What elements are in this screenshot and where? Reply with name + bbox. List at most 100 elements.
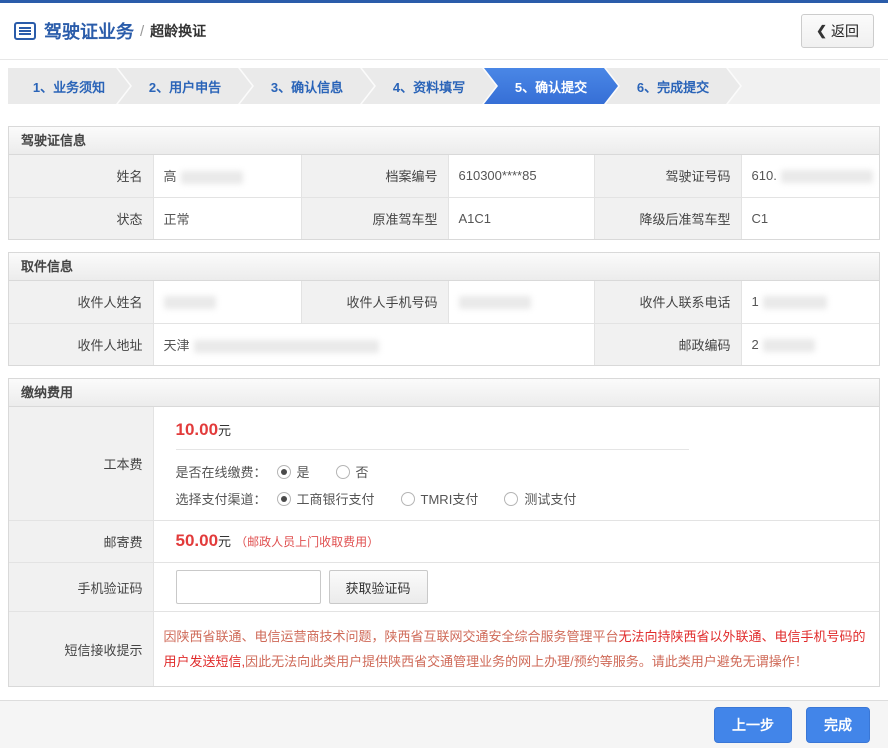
recipient-mobile-value xyxy=(448,281,594,323)
card-fee-amount: 10.00 xyxy=(176,420,219,439)
recipient-mobile-label: 收件人手机号码 xyxy=(301,281,448,323)
radio-unchecked-icon[interactable] xyxy=(504,492,518,506)
table-row: 工本费 10.00元 是否在线缴费： 是 否 xyxy=(9,407,879,521)
sms-code-input[interactable] xyxy=(176,570,321,604)
back-button[interactable]: ❮ 返回 xyxy=(801,14,874,48)
pay-channel-row: 选择支付渠道： 工商银行支付 TMRI支付 测试支付 xyxy=(164,485,880,520)
pay-online-no-label: 否 xyxy=(356,462,369,481)
pay-online-row: 是否在线缴费： 是 否 xyxy=(164,458,880,485)
step-1-notice[interactable]: 1、业务须知 xyxy=(8,68,130,104)
downgrade-class-value: C1 xyxy=(741,197,879,239)
breadcrumb-current: 超龄换证 xyxy=(150,21,206,41)
file-no-label: 档案编号 xyxy=(301,155,448,197)
table-row: 手机验证码 获取验证码 xyxy=(9,563,879,612)
name-label: 姓名 xyxy=(9,155,153,197)
radio-checked-icon[interactable] xyxy=(277,465,291,479)
channel-icbc-option[interactable]: 工商银行支付 xyxy=(277,489,375,508)
breadcrumb-separator: / xyxy=(140,23,144,40)
previous-step-button[interactable]: 上一步 xyxy=(714,707,792,743)
status-label: 状态 xyxy=(9,197,153,239)
pay-channel-label: 选择支付渠道： xyxy=(176,489,267,508)
downgrade-class-label: 降级后准驾车型 xyxy=(594,197,741,239)
status-value: 正常 xyxy=(153,197,301,239)
step-3-confirm-info[interactable]: 3、确认信息 xyxy=(240,68,374,104)
sms-code-label: 手机验证码 xyxy=(9,563,153,612)
radio-unchecked-icon[interactable] xyxy=(401,492,415,506)
radio-checked-icon[interactable] xyxy=(277,492,291,506)
card-fee-label: 工本费 xyxy=(9,407,153,521)
recipient-address-value: 天津 xyxy=(153,323,594,365)
license-no-value: 610. xyxy=(741,155,879,197)
section-title: 缴纳费用 xyxy=(9,379,879,407)
redacted-text xyxy=(781,170,873,183)
sms-tip-part3: 因此无法向此类用户提供陕西省交通管理业务的网上办理/预约等服务。请此类用户避免无… xyxy=(245,654,808,669)
channel-test-label: 测试支付 xyxy=(524,489,576,508)
redacted-text xyxy=(459,296,531,309)
redacted-text xyxy=(763,339,815,352)
redacted-text xyxy=(164,296,216,309)
channel-icbc-label: 工商银行支付 xyxy=(297,489,375,508)
step-5-confirm-submit[interactable]: 5、确认提交 xyxy=(484,68,618,104)
pay-online-yes-label: 是 xyxy=(297,462,310,481)
channel-tmri-label: TMRI支付 xyxy=(421,489,479,508)
table-row: 状态 正常 原准驾车型 A1C1 降级后准驾车型 C1 xyxy=(9,197,879,239)
license-no-label: 驾驶证号码 xyxy=(594,155,741,197)
back-button-label: 返回 xyxy=(831,21,859,41)
footer-action-bar: 上一步 完成 xyxy=(0,700,888,748)
redacted-text xyxy=(763,296,827,309)
section-title: 驾驶证信息 xyxy=(9,127,879,155)
sms-code-cell: 获取验证码 xyxy=(153,563,879,612)
channel-test-option[interactable]: 测试支付 xyxy=(504,489,576,508)
redacted-text xyxy=(181,171,243,184)
name-value: 高 xyxy=(153,155,301,197)
mail-fee-amount: 50.00 xyxy=(176,531,219,550)
get-code-button[interactable]: 获取验证码 xyxy=(329,570,428,604)
postcode-value: 2 xyxy=(741,323,879,365)
pay-online-yes-option[interactable]: 是 xyxy=(277,462,310,481)
pickup-info-table: 收件人姓名 收件人手机号码 收件人联系电话 1 收件人地址 天津 邮政编码 2 xyxy=(9,281,879,365)
sms-tip-label: 短信接收提示 xyxy=(9,612,153,687)
orig-class-label: 原准驾车型 xyxy=(301,197,448,239)
page-header: 驾驶证业务 / 超龄换证 ❮ 返回 xyxy=(0,3,888,60)
sms-code-line: 获取验证码 xyxy=(164,563,880,611)
channel-tmri-option[interactable]: TMRI支付 xyxy=(401,489,479,508)
yuan-unit: 元 xyxy=(218,423,231,438)
section-title: 取件信息 xyxy=(9,253,879,281)
pickup-info-section: 取件信息 收件人姓名 收件人手机号码 收件人联系电话 1 收件人地址 天津 邮政… xyxy=(8,252,880,366)
main-content: 驾驶证信息 姓名 高 档案编号 610300****85 驾驶证号码 610. … xyxy=(0,126,888,687)
license-info-table: 姓名 高 档案编号 610300****85 驾驶证号码 610. 状态 正常 … xyxy=(9,155,879,239)
step-6-done[interactable]: 6、完成提交 xyxy=(606,68,740,104)
fees-section: 缴纳费用 工本费 10.00元 是否在线缴费： 是 xyxy=(8,378,880,687)
mail-fee-cell: 50.00元（邮政人员上门收取费用） xyxy=(153,521,879,563)
page-title: 驾驶证业务 xyxy=(44,18,134,44)
table-row: 姓名 高 档案编号 610300****85 驾驶证号码 610. xyxy=(9,155,879,197)
postcode-label: 邮政编码 xyxy=(594,323,741,365)
finish-button[interactable]: 完成 xyxy=(806,707,870,743)
step-4-fill-data[interactable]: 4、资料填写 xyxy=(362,68,496,104)
recipient-address-label: 收件人地址 xyxy=(9,323,153,365)
divider xyxy=(176,449,690,450)
list-icon xyxy=(14,22,36,40)
recipient-name-label: 收件人姓名 xyxy=(9,281,153,323)
table-row: 收件人姓名 收件人手机号码 收件人联系电话 1 xyxy=(9,281,879,323)
license-info-section: 驾驶证信息 姓名 高 档案编号 610300****85 驾驶证号码 610. … xyxy=(8,126,880,240)
file-no-value: 610300****85 xyxy=(448,155,594,197)
step-label: 5、确认提交 xyxy=(515,77,587,96)
mail-fee-line: 50.00元（邮政人员上门收取费用） xyxy=(164,521,880,560)
yuan-unit: 元 xyxy=(218,534,231,549)
step-2-declare[interactable]: 2、用户申告 xyxy=(118,68,252,104)
recipient-phone-value: 1 xyxy=(741,281,879,323)
pay-online-label: 是否在线缴费： xyxy=(176,462,267,481)
table-row: 收件人地址 天津 邮政编码 2 xyxy=(9,323,879,365)
mail-fee-label: 邮寄费 xyxy=(9,521,153,563)
pay-online-no-option[interactable]: 否 xyxy=(336,462,369,481)
step-label: 1、业务须知 xyxy=(33,77,105,96)
chevron-left-icon: ❮ xyxy=(816,23,827,39)
step-label: 6、完成提交 xyxy=(637,77,709,96)
sms-tip-text: 因陕西省联通、电信运营商技术问题，陕西省互联网交通安全综合服务管理平台无法向持陕… xyxy=(153,612,879,687)
step-label: 2、用户申告 xyxy=(149,77,221,96)
radio-unchecked-icon[interactable] xyxy=(336,465,350,479)
step-label: 4、资料填写 xyxy=(393,77,465,96)
sms-tip-part1: 因陕西省联通、电信运营商技术问题，陕西省互联网交通安全综合服务管理平台 xyxy=(164,629,619,644)
card-fee-cell: 10.00元 是否在线缴费： 是 否 xyxy=(153,407,879,521)
